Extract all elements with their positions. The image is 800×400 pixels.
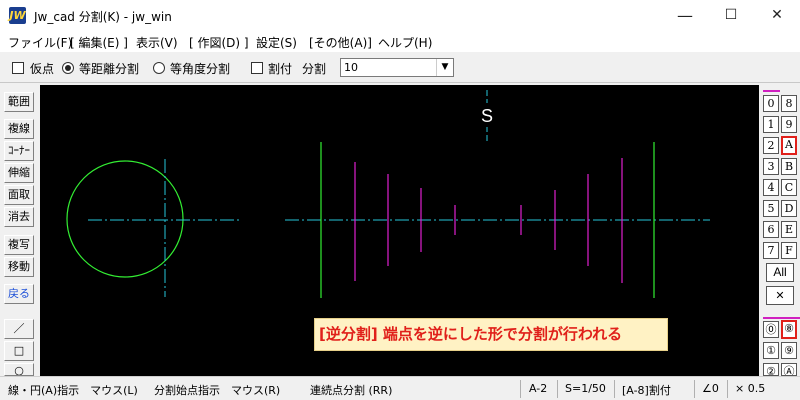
status-bar: 線・円(A)指示 マウス(L) 分割始点指示 マウス(R) 連続点分割 (RR)… xyxy=(0,376,800,400)
tool-undo[interactable]: 戻る xyxy=(4,284,34,304)
layer-group-e[interactable]: E xyxy=(781,221,797,238)
status-separator xyxy=(727,380,728,398)
waritsuke-label: 割付 xyxy=(268,62,293,76)
menu-other[interactable]: [その他(A)] xyxy=(309,34,372,51)
tou-kyori-radio[interactable] xyxy=(62,62,74,74)
kari-ten-label: 仮点 xyxy=(30,62,55,76)
layer-group-d[interactable]: D xyxy=(781,200,797,217)
layer-group-0[interactable]: 0 xyxy=(763,95,779,112)
tool-stretch[interactable]: 伸縮 xyxy=(4,163,34,183)
status-layer[interactable]: A-2 xyxy=(529,382,547,395)
kari-ten-checkbox[interactable] xyxy=(12,62,24,74)
tou-kakudo-radio[interactable] xyxy=(153,62,165,74)
status-mid-instruction: 分割始点指示 マウス(R) xyxy=(154,384,281,397)
close-icon[interactable]: ✕ xyxy=(766,286,794,305)
menu-settings[interactable]: 設定(S) xyxy=(256,34,297,51)
app-icon: JW xyxy=(9,7,26,24)
layer-group-a-active[interactable]: A xyxy=(781,136,797,155)
close-button[interactable]: ✕ xyxy=(754,0,800,31)
layer-2[interactable]: ② xyxy=(763,363,779,376)
status-mode[interactable]: [A-8]割付 xyxy=(622,382,671,398)
layer-0[interactable]: ⓪ xyxy=(763,321,779,338)
all-layers-button[interactable]: All xyxy=(766,263,794,282)
status-angle[interactable]: ∠0 xyxy=(702,382,719,395)
tool-copy[interactable]: 複写 xyxy=(4,235,34,255)
status-separator xyxy=(520,380,521,398)
layer-8-active[interactable]: ⑧ xyxy=(781,320,797,339)
chevron-down-icon[interactable]: ▼ xyxy=(436,59,453,76)
status-separator xyxy=(694,380,695,398)
line-tool-icon[interactable]: ／ xyxy=(4,319,34,339)
status-separator xyxy=(557,380,558,398)
waritsuke-checkbox[interactable] xyxy=(251,62,263,74)
minimize-button[interactable]: — xyxy=(662,0,708,31)
status-zoom[interactable]: × 0.5 xyxy=(735,382,765,395)
title-bar: JW Jw_cad 分割(K) - jw_win — ☐ ✕ xyxy=(0,0,800,31)
bunkatsu-label: 分割 xyxy=(302,62,327,76)
tool-erase[interactable]: 消去 xyxy=(4,207,34,227)
layer-group-2[interactable]: 2 xyxy=(763,137,779,154)
layer-group-9[interactable]: 9 xyxy=(781,116,797,133)
layer-9[interactable]: ⑨ xyxy=(781,342,797,359)
menu-file[interactable]: ファイル(F) xyxy=(8,34,72,51)
maximize-button[interactable]: ☐ xyxy=(708,0,754,31)
layer-group-7[interactable]: 7 xyxy=(763,242,779,259)
status-separator xyxy=(614,380,615,398)
layer-group-1[interactable]: 1 xyxy=(763,116,779,133)
layer-group-f[interactable]: F xyxy=(781,242,797,259)
tool-chamfer[interactable]: 面取 xyxy=(4,185,34,205)
menu-draw[interactable]: [ 作図(D) ] xyxy=(189,34,249,51)
layer-group-c[interactable]: C xyxy=(781,179,797,196)
drawn-circle[interactable] xyxy=(66,160,184,278)
layer-group-6[interactable]: 6 xyxy=(763,221,779,238)
rectangle-tool-icon[interactable]: □ xyxy=(4,341,34,361)
layer-marker xyxy=(763,317,800,319)
start-marker: S xyxy=(481,106,493,126)
status-left-instruction: 線・円(A)指示 マウス(L) xyxy=(8,384,138,397)
tool-offset-line[interactable]: 複線 xyxy=(4,119,34,139)
layer-group-5[interactable]: 5 xyxy=(763,200,779,217)
division-count-select[interactable]: 10 ▼ xyxy=(340,58,454,77)
status-scale[interactable]: S=1/50 xyxy=(565,382,606,395)
menu-edit[interactable]: [ 編集(E) ] xyxy=(70,34,128,51)
layer-group-8[interactable]: 8 xyxy=(781,95,797,112)
explanation-caption: [逆分割] 端点を逆にした形で分割が行われる xyxy=(314,318,668,351)
tou-kakudo-label: 等角度分割 xyxy=(170,62,231,76)
layer-group-4[interactable]: 4 xyxy=(763,179,779,196)
menu-help[interactable]: ヘルプ(H) xyxy=(378,34,432,51)
tou-kyori-label: 等距離分割 xyxy=(79,62,140,76)
layer-group-3[interactable]: 3 xyxy=(763,158,779,175)
tool-corner[interactable]: ｺｰﾅｰ xyxy=(4,141,34,161)
tool-range[interactable]: 範囲 xyxy=(4,92,34,112)
layer-1[interactable]: ① xyxy=(763,342,779,359)
menu-bar: ファイル(F) [ 編集(E) ] 表示(V) [ 作図(D) ] 設定(S) … xyxy=(0,31,800,52)
status-right-instruction: 連続点分割 (RR) xyxy=(310,384,393,397)
circle-tool-icon[interactable]: ○ xyxy=(4,363,34,376)
layer-group-b[interactable]: B xyxy=(781,158,797,175)
division-count-value: 10 xyxy=(344,61,358,74)
layer-a[interactable]: Ⓐ xyxy=(781,363,797,376)
layer-marker xyxy=(763,90,780,92)
menu-view[interactable]: 表示(V) xyxy=(136,34,178,51)
window-title: Jw_cad 分割(K) - jw_win xyxy=(34,10,172,24)
tool-move[interactable]: 移動 xyxy=(4,257,34,277)
